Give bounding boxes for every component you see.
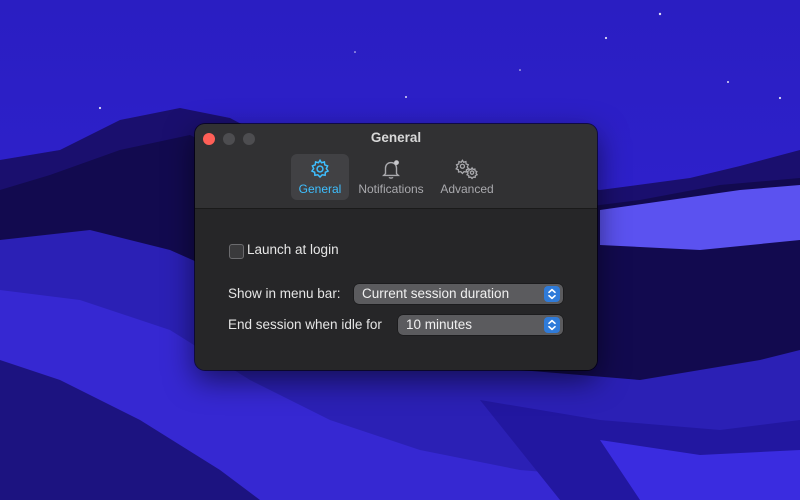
gear-icon xyxy=(310,158,330,179)
menu-bar-label: Show in menu bar: xyxy=(228,286,341,301)
preferences-window: General General Notifications Advanced L… xyxy=(195,124,597,370)
window-toolbar: General General Notifications Advanced xyxy=(195,124,597,209)
launch-at-login-label: Launch at login xyxy=(247,242,339,257)
tab-advanced-label: Advanced xyxy=(440,182,494,196)
chevron-updown-icon xyxy=(544,286,560,302)
idle-timeout-select[interactable]: 10 minutes xyxy=(398,315,563,335)
tab-notifications-label: Notifications xyxy=(358,182,424,196)
gears-icon xyxy=(455,159,479,180)
tab-advanced[interactable]: Advanced xyxy=(435,154,499,200)
bell-icon xyxy=(382,160,400,179)
menu-bar-select-value: Current session duration xyxy=(362,286,510,301)
general-settings-pane: Launch at login Show in menu bar: Curren… xyxy=(195,209,597,370)
idle-timeout-label: End session when idle for xyxy=(228,317,382,332)
chevron-updown-icon xyxy=(544,317,560,333)
menu-bar-select[interactable]: Current session duration xyxy=(354,284,563,304)
launch-at-login-checkbox[interactable] xyxy=(229,244,244,259)
window-title: General xyxy=(370,130,422,145)
idle-timeout-select-value: 10 minutes xyxy=(406,317,473,332)
tab-general[interactable]: General xyxy=(291,154,349,200)
tab-notifications[interactable]: Notifications xyxy=(353,154,429,200)
tab-general-label: General xyxy=(298,182,342,196)
